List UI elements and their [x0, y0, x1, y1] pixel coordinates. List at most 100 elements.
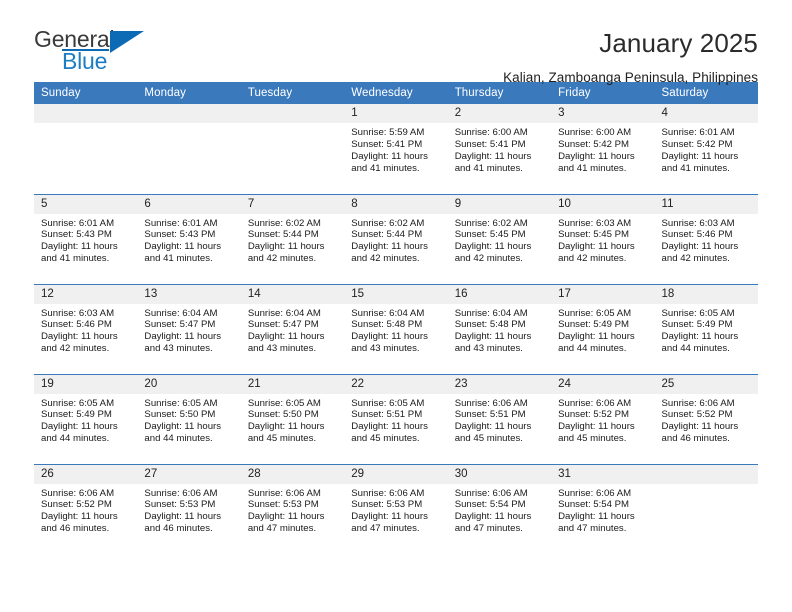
day-number: 3 — [551, 104, 655, 123]
weekday-header-sunday: Sunday — [34, 82, 138, 104]
daylight-text-line1: Daylight: 11 hours — [351, 421, 428, 433]
day-number — [34, 104, 138, 123]
calendar-week-row: 5 Sunrise: 6:01 AM Sunset: 5:43 PM Daylight… — [34, 193, 758, 284]
sunrise-text: Sunrise: 6:04 AM — [351, 307, 425, 319]
calendar-day-cell[interactable]: 7 Sunrise: 6:02 AM Sunset: 5:44 PM Daylight… — [240, 193, 345, 284]
day-details: Sunrise: 6:03 AM Sunset: 5:46 PM Daylight:… — [655, 214, 758, 266]
calendar-day-cell[interactable]: 30 Sunrise: 6:06 AM Sunset: 5:54 PM Dayligh… — [447, 463, 552, 554]
daylight-text-line1: Daylight: 11 hours — [351, 331, 428, 343]
calendar-day-cell[interactable]: 25 Sunrise: 6:06 AM Sunset: 5:52 PM Dayligh… — [654, 373, 758, 464]
sunrise-text: Sunrise: 6:05 AM — [247, 397, 321, 409]
calendar-day-cell[interactable]: 13 Sunrise: 6:04 AM Sunset: 5:47 PM Dayligh… — [137, 283, 241, 374]
daylight-text-line1: Daylight: 11 hours — [661, 421, 739, 433]
calendar-body: 1 Sunrise: 5:59 AM Sunset: 5:41 PM Daylight… — [34, 104, 758, 554]
calendar-day-cell[interactable]: 20 Sunrise: 6:05 AM Sunset: 5:50 PM Dayligh… — [137, 373, 241, 464]
day-number: 5 — [34, 194, 138, 214]
calendar-day-cell[interactable]: 19 Sunrise: 6:05 AM Sunset: 5:49 PM Dayligh… — [34, 373, 138, 464]
page-header: General Blue January 2025 Kalian, Zamboa… — [34, 0, 758, 86]
day-number: 11 — [654, 194, 758, 214]
calendar-day-cell[interactable]: 6 Sunrise: 6:01 AM Sunset: 5:43 PM Daylight… — [137, 193, 241, 284]
calendar-day-cell[interactable]: 2 Sunrise: 6:00 AM Sunset: 5:41 PM Daylight… — [447, 104, 552, 194]
calendar-day-cell[interactable]: 12 Sunrise: 6:03 AM Sunset: 5:46 PM Dayligh… — [34, 283, 138, 374]
daylight-text-line2: and 47 minutes. — [247, 523, 317, 535]
calendar-day-cell[interactable]: 16 Sunrise: 6:04 AM Sunset: 5:48 PM Dayligh… — [447, 283, 552, 374]
sunrise-text: Sunrise: 6:06 AM — [247, 487, 321, 499]
day-number: 20 — [137, 374, 241, 394]
page-title: January 2025 — [599, 28, 758, 58]
sunrise-text: Sunrise: 6:01 AM — [41, 217, 115, 229]
daylight-text-line2: and 47 minutes. — [558, 523, 627, 535]
day-number — [137, 104, 241, 123]
calendar-day-cell[interactable]: 9 Sunrise: 6:02 AM Sunset: 5:45 PM Daylight… — [447, 193, 552, 284]
sunset-text: Sunset: 5:48 PM — [454, 319, 526, 331]
daylight-text-line2: and 41 minutes. — [351, 162, 420, 174]
daylight-text-line1: Daylight: 11 hours — [454, 511, 532, 523]
day-details: Sunrise: 6:06 AM Sunset: 5:53 PM Daylight:… — [241, 484, 344, 536]
sunrise-text: Sunrise: 6:04 AM — [454, 307, 528, 319]
daylight-text-line1: Daylight: 11 hours — [454, 421, 532, 433]
calendar-day-cell[interactable]: 15 Sunrise: 6:04 AM Sunset: 5:48 PM Dayligh… — [344, 283, 448, 374]
day-details: Sunrise: 6:03 AM Sunset: 5:46 PM Daylight:… — [34, 304, 137, 356]
daylight-text-line2: and 44 minutes. — [661, 343, 730, 355]
day-details: Sunrise: 6:06 AM Sunset: 5:52 PM Daylight:… — [655, 394, 758, 446]
calendar-day-cell[interactable]: 21 Sunrise: 6:05 AM Sunset: 5:50 PM Dayligh… — [240, 373, 345, 464]
daylight-text-line1: Daylight: 11 hours — [351, 241, 428, 253]
calendar-day-cell[interactable]: 28 Sunrise: 6:06 AM Sunset: 5:53 PM Dayligh… — [240, 463, 345, 554]
calendar-day-cell[interactable]: 26 Sunrise: 6:06 AM Sunset: 5:52 PM Dayligh… — [34, 463, 138, 554]
daylight-text-line2: and 41 minutes. — [558, 162, 627, 174]
sunset-text: Sunset: 5:43 PM — [41, 229, 112, 241]
triangle-icon — [110, 31, 144, 53]
calendar-day-cell[interactable]: 4 Sunrise: 6:01 AM Sunset: 5:42 PM Daylight… — [654, 104, 758, 194]
sunset-text: Sunset: 5:44 PM — [247, 229, 319, 241]
calendar-day-cell[interactable]: 27 Sunrise: 6:06 AM Sunset: 5:53 PM Dayligh… — [137, 463, 241, 554]
sunset-text: Sunset: 5:49 PM — [558, 319, 630, 331]
daylight-text-line1: Daylight: 11 hours — [661, 241, 739, 253]
daylight-text-line2: and 42 minutes. — [247, 253, 317, 265]
daylight-text-line2: and 44 minutes. — [144, 433, 213, 445]
day-number — [654, 464, 758, 484]
daylight-text-line1: Daylight: 11 hours — [247, 421, 325, 433]
calendar-day-cell[interactable]: 8 Sunrise: 6:02 AM Sunset: 5:44 PM Daylight… — [344, 193, 448, 284]
day-details: Sunrise: 6:06 AM Sunset: 5:54 PM Daylight:… — [448, 484, 551, 536]
calendar-page: General Blue January 2025 Kalian, Zamboa… — [0, 0, 792, 612]
calendar-day-cell[interactable]: 29 Sunrise: 6:06 AM Sunset: 5:53 PM Dayligh… — [344, 463, 448, 554]
sunrise-text: Sunrise: 6:06 AM — [558, 487, 632, 499]
day-number: 13 — [137, 284, 241, 304]
daylight-text-line2: and 41 minutes. — [41, 253, 110, 265]
calendar-day-cell[interactable]: 23 Sunrise: 6:06 AM Sunset: 5:51 PM Dayligh… — [447, 373, 552, 464]
calendar-day-cell[interactable]: 10 Sunrise: 6:03 AM Sunset: 5:45 PM Dayligh… — [551, 193, 655, 284]
daylight-text-line1: Daylight: 11 hours — [247, 511, 325, 523]
sunset-text: Sunset: 5:48 PM — [351, 319, 423, 331]
sunset-text: Sunset: 5:54 PM — [454, 499, 526, 511]
day-number: 23 — [447, 374, 552, 394]
day-details: Sunrise: 6:06 AM Sunset: 5:52 PM Daylight:… — [551, 394, 654, 446]
sunset-text: Sunset: 5:45 PM — [454, 229, 526, 241]
calendar-day-cell[interactable]: 17 Sunrise: 6:05 AM Sunset: 5:49 PM Dayligh… — [551, 283, 655, 374]
general-blue-logo[interactable]: General Blue — [34, 28, 159, 80]
calendar-day-cell[interactable]: 3 Sunrise: 6:00 AM Sunset: 5:42 PM Daylight… — [551, 104, 655, 194]
day-number: 24 — [551, 374, 655, 394]
day-number: 25 — [654, 374, 758, 394]
daylight-text-line2: and 41 minutes. — [144, 253, 213, 265]
calendar-day-cell[interactable]: 11 Sunrise: 6:03 AM Sunset: 5:46 PM Dayligh… — [654, 193, 758, 284]
sunset-text: Sunset: 5:47 PM — [144, 319, 216, 331]
calendar-day-cell[interactable]: 24 Sunrise: 6:06 AM Sunset: 5:52 PM Dayligh… — [551, 373, 655, 464]
sunrise-text: Sunrise: 6:06 AM — [558, 397, 632, 409]
calendar-day-cell[interactable]: 14 Sunrise: 6:04 AM Sunset: 5:47 PM Dayligh… — [240, 283, 345, 374]
daylight-text-line1: Daylight: 11 hours — [661, 331, 739, 343]
day-details: Sunrise: 6:01 AM Sunset: 5:43 PM Daylight:… — [34, 214, 137, 266]
sunrise-text: Sunrise: 6:04 AM — [144, 307, 218, 319]
day-details: Sunrise: 6:04 AM Sunset: 5:47 PM Daylight:… — [137, 304, 240, 356]
calendar-day-cell[interactable]: 18 Sunrise: 6:05 AM Sunset: 5:49 PM Dayligh… — [654, 283, 758, 374]
sunset-text: Sunset: 5:43 PM — [144, 229, 216, 241]
calendar-day-cell[interactable]: 31 Sunrise: 6:06 AM Sunset: 5:54 PM Dayligh… — [551, 463, 655, 554]
sunset-text: Sunset: 5:41 PM — [351, 138, 423, 150]
daylight-text-line1: Daylight: 11 hours — [558, 150, 635, 162]
daylight-text-line2: and 41 minutes. — [454, 162, 523, 174]
calendar-day-cell[interactable]: 22 Sunrise: 6:05 AM Sunset: 5:51 PM Dayligh… — [344, 373, 448, 464]
calendar-day-cell[interactable]: 5 Sunrise: 6:01 AM Sunset: 5:43 PM Daylight… — [34, 193, 138, 284]
day-details: Sunrise: 6:05 AM Sunset: 5:50 PM Daylight:… — [137, 394, 240, 446]
day-details: Sunrise: 5:59 AM Sunset: 5:41 PM Daylight:… — [344, 123, 447, 175]
calendar-day-cell[interactable]: 1 Sunrise: 5:59 AM Sunset: 5:41 PM Daylight… — [344, 104, 448, 194]
daylight-text-line1: Daylight: 11 hours — [247, 331, 325, 343]
